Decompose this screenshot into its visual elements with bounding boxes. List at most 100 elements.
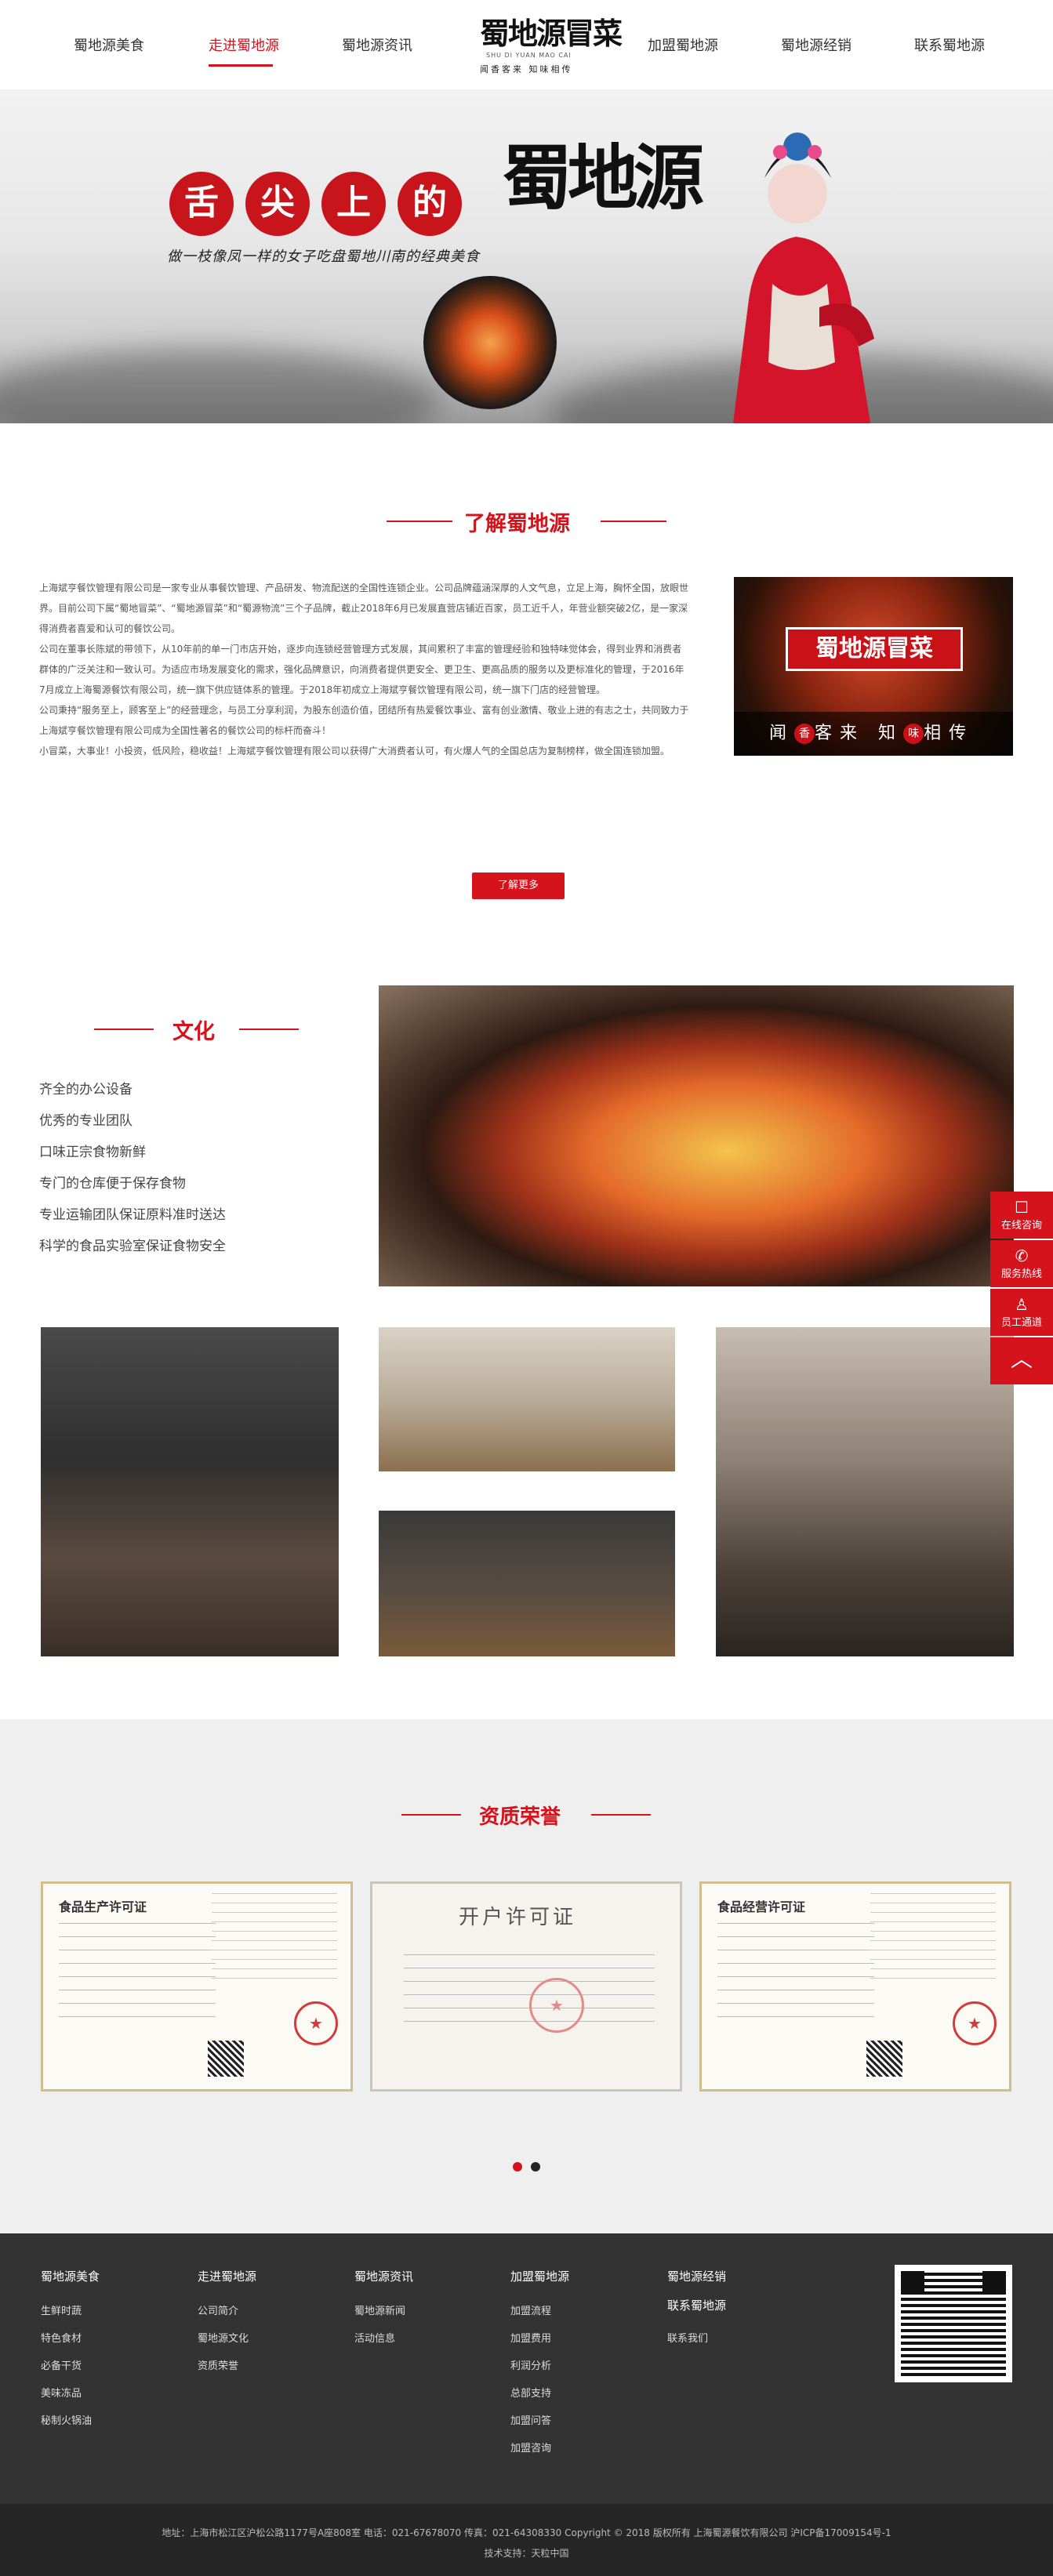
footer-link[interactable]: 活动信息 (354, 2330, 395, 2345)
culture-title: 文化 (172, 1020, 215, 1044)
brand-logo[interactable]: 蜀地源冒菜 SHU DI YUAN MAO CAI 闻香客来 知味相传 (480, 9, 623, 80)
side-hotline[interactable]: ✆ 服务热线 (990, 1240, 1053, 1287)
footer-link[interactable]: 加盟流程 (510, 2302, 551, 2317)
certificate-food-business[interactable]: 食品经营许可证 ★ (699, 1881, 1011, 2092)
chevron-up-icon: ︿ (1010, 1346, 1033, 1372)
culture-item: 优秀的专业团队 (39, 1113, 133, 1129)
footer-link[interactable]: 联系我们 (667, 2330, 708, 2345)
culture-list: 齐全的办公设备 优秀的专业团队 口味正宗食物新鲜 专门的仓库便于保存食物 专业运… (39, 1074, 337, 1262)
culture-item: 齐全的办公设备 (39, 1082, 133, 1098)
carousel-dot-active[interactable] (513, 2162, 522, 2171)
side-label: 员工通道 (1000, 1317, 1042, 1329)
banner-slogan: 做一枝像凤一样的女子吃盘蜀地川南的经典美食 (167, 249, 480, 265)
slogan-circle: 上 (321, 172, 386, 236)
footer-link[interactable]: 资质荣誉 (198, 2357, 238, 2372)
caption-char-dot: 味 (903, 724, 924, 744)
wechat-qr-code-icon (895, 2265, 1012, 2382)
restaurant-photo (41, 1327, 339, 1656)
footer-col-title[interactable]: 加盟蜀地源 (510, 2268, 569, 2284)
cert-lines (717, 1923, 874, 2030)
culture-item: 专门的仓库便于保存食物 (39, 1176, 186, 1192)
footer-link[interactable]: 特色食材 (41, 2330, 82, 2345)
slogan-circle: 舌 (169, 172, 234, 236)
logo-pinyin: SHU DI YUAN MAO CAI (486, 52, 572, 59)
caption-char: 相 (924, 724, 950, 743)
cert-lines (59, 1923, 216, 2030)
footer-link[interactable]: 美味冻品 (41, 2385, 82, 2400)
nav-item-dealer[interactable]: 蜀地源经销 (781, 34, 851, 55)
footer-link[interactable]: 总部支持 (510, 2385, 551, 2400)
hotpot-photo (379, 985, 1014, 1286)
caption-char: 来 (840, 724, 866, 743)
about-paragraph: 公司在董事长陈斌的带领下，从10年前的单一门市店开始，逐步向连锁经营管理方式发展… (39, 644, 684, 695)
about-brand-image: 蜀地源冒菜 闻香客来 知味相传 (734, 577, 1013, 756)
cert-lines (212, 1893, 337, 1987)
cert-lines (870, 1893, 996, 1987)
footer-link[interactable]: 必备干货 (41, 2357, 82, 2372)
cert-title: 食品经营许可证 (717, 1899, 806, 1914)
banner-brand: 蜀地源 (502, 136, 704, 220)
qr-code-icon (208, 2041, 244, 2077)
footer-col-title[interactable]: 蜀地源经销 (667, 2268, 726, 2284)
footer-link[interactable]: 蜀地源文化 (198, 2330, 249, 2345)
about-paragraph: 公司秉持“服务至上，顾客至上”的经营理念，与员工分享利润，为股东创造价值，团结所… (39, 705, 689, 736)
cert-title: 食品生产许可证 (59, 1899, 147, 1914)
footer-link[interactable]: 利润分析 (510, 2357, 551, 2372)
culture-item: 科学的食品实验室保证食物安全 (39, 1239, 226, 1254)
seal-icon: ★ (294, 2001, 338, 2045)
footer-col-title[interactable]: 蜀地源美食 (41, 2268, 100, 2284)
caption-char: 客 (815, 724, 841, 743)
nav-item-news[interactable]: 蜀地源资讯 (342, 34, 412, 55)
side-label: 在线咨询 (1000, 1220, 1042, 1232)
qr-code-icon (866, 2041, 902, 2077)
dining-hall-photo (379, 1511, 675, 1656)
chat-icon: ☐ (1015, 1198, 1029, 1217)
nav-item-about[interactable]: 走进蜀地源 (209, 34, 279, 55)
nav-item-join[interactable]: 加盟蜀地源 (648, 34, 718, 55)
office-photo (379, 1327, 675, 1471)
seal-icon: ★ (953, 2001, 997, 2045)
back-to-top-button[interactable]: ︿ (990, 1337, 1053, 1384)
side-staff-channel[interactable]: ♙ 员工通道 (990, 1289, 1053, 1336)
nav-active-underline (209, 64, 273, 67)
seal-icon: ★ (529, 1978, 584, 2033)
learn-more-button[interactable]: 了解更多 (472, 873, 565, 899)
image-caption-bar: 闻香客来 知味相传 (734, 712, 1013, 756)
about-paragraph: 小冒菜，大事业！小投资，低风险，稳收益！上海斌亨餐饮管理有限公司以获得广大消费者… (39, 746, 670, 756)
carousel-dot[interactable] (531, 2162, 540, 2171)
logo-title: 蜀地源冒菜 (480, 16, 623, 51)
footer-link[interactable]: 蜀地源新闻 (354, 2302, 405, 2317)
cert-lines (404, 1954, 655, 2034)
slogan-circle: 尖 (245, 172, 310, 236)
side-online-consult[interactable]: ☐ 在线咨询 (990, 1192, 1053, 1239)
footer-link[interactable]: 生鲜时蔬 (41, 2302, 82, 2317)
footer-link[interactable]: 加盟费用 (510, 2330, 551, 2345)
nav-item-food[interactable]: 蜀地源美食 (74, 34, 144, 55)
ink-wash (0, 348, 439, 423)
title-line-right (601, 521, 666, 522)
honors-title: 资质荣誉 (479, 1805, 561, 1829)
certificate-bank-account[interactable]: 开户许可证 ★ (370, 1881, 682, 2092)
nav-item-contact[interactable]: 联系蜀地源 (914, 34, 985, 55)
slogan-circle: 的 (398, 172, 462, 236)
about-body: 上海斌亨餐饮管理有限公司是一家专业从事餐饮管理、产品研发、物流配送的全国性连锁企… (39, 578, 690, 761)
title-line-right (591, 1814, 651, 1816)
footer-tech-support[interactable]: 技术支持：天粒中国 (0, 2546, 1053, 2560)
footer-link[interactable]: 秘制火锅油 (41, 2412, 92, 2427)
footer-col-title[interactable]: 走进蜀地源 (198, 2268, 256, 2284)
site-header: 蜀地源美食 走进蜀地源 蜀地源资讯 蜀地源冒菜 SHU DI YUAN MAO … (0, 0, 1053, 89)
certificate-food-production[interactable]: 食品生产许可证 ★ (41, 1881, 353, 2092)
title-line-left (401, 1814, 461, 1816)
copyright-bar (0, 2504, 1053, 2576)
footer-col-title[interactable]: 蜀地源资讯 (354, 2268, 413, 2284)
footer-link[interactable]: 加盟问答 (510, 2412, 551, 2427)
restaurant-photo (716, 1327, 1014, 1656)
footer-col-title[interactable]: 联系蜀地源 (667, 2297, 726, 2313)
footer-link[interactable]: 加盟咨询 (510, 2440, 551, 2454)
logo-subtitle: 闻香客来 知味相传 (480, 64, 573, 74)
footer-link[interactable]: 公司简介 (198, 2302, 238, 2317)
culture-item: 专业运输团队保证原料准时送达 (39, 1207, 226, 1223)
footer-address: 地址：上海市松江区沪松公路1177号A座808室 电话：021-67678070… (162, 2527, 891, 2538)
hero-banner: 舌 尖 上 的 蜀地源 做一枝像凤一样的女子吃盘蜀地川南的经典美食 (0, 89, 1053, 423)
about-paragraph: 上海斌亨餐饮管理有限公司是一家专业从事餐饮管理、产品研发、物流配送的全国性连锁企… (39, 582, 689, 634)
